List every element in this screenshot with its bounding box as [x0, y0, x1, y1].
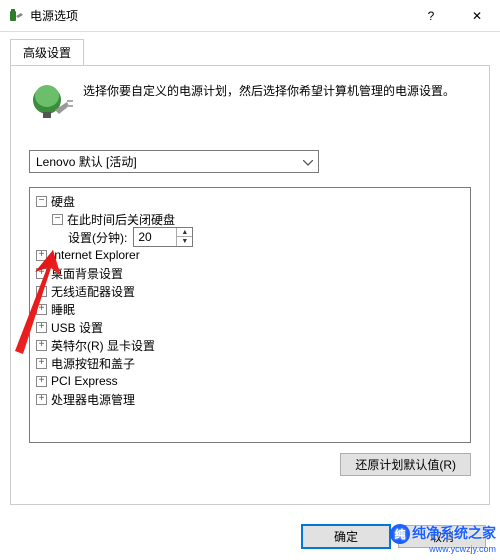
ok-button[interactable]: 确定: [302, 525, 390, 548]
expand-icon[interactable]: +: [36, 394, 47, 405]
titlebar: 电源选项 ? ✕: [0, 0, 500, 32]
tree-item-intel-gpu[interactable]: + 英特尔(R) 显卡设置: [34, 336, 466, 354]
expand-icon[interactable]: +: [36, 358, 47, 369]
expand-icon[interactable]: +: [36, 340, 47, 351]
plan-select-value: Lenovo 默认 [活动]: [36, 153, 137, 170]
tree-item-ie[interactable]: + Internet Explorer: [34, 246, 466, 264]
tree-label: PCI Express: [51, 374, 118, 388]
expand-icon[interactable]: +: [36, 304, 47, 315]
tree-item-hard-disk-off[interactable]: − 在此时间后关闭硬盘: [34, 210, 466, 228]
expand-icon[interactable]: +: [36, 322, 47, 333]
minutes-input[interactable]: [134, 228, 176, 246]
power-plug-icon: [29, 82, 73, 126]
cancel-button[interactable]: 取消: [398, 525, 486, 548]
tree-item-pci[interactable]: + PCI Express: [34, 372, 466, 390]
help-button[interactable]: ?: [408, 0, 454, 32]
app-icon: [8, 8, 24, 24]
description-row: 选择你要自定义的电源计划，然后选择你希望计算机管理的电源设置。: [29, 82, 471, 126]
tree-label: 电源按钮和盖子: [51, 355, 135, 372]
tree-item-usb[interactable]: + USB 设置: [34, 318, 466, 336]
tree-item-setting-minutes: 设置(分钟): ▲ ▼: [34, 228, 466, 246]
tree-label: Internet Explorer: [51, 248, 140, 262]
expand-icon[interactable]: +: [36, 268, 47, 279]
tree-item-desktop-bg[interactable]: + 桌面背景设置: [34, 264, 466, 282]
dialog-buttons: 确定 取消: [0, 515, 500, 558]
spin-down-icon[interactable]: ▼: [177, 237, 192, 246]
tree-label: 桌面背景设置: [51, 265, 123, 282]
settings-tree[interactable]: − 硬盘 − 在此时间后关闭硬盘 设置(分钟): ▲ ▼ + Internet E…: [29, 187, 471, 443]
expand-icon[interactable]: +: [36, 250, 47, 261]
restore-row: 还原计划默认值(R): [29, 453, 471, 476]
tree-label: 睡眠: [51, 301, 75, 318]
description-text: 选择你要自定义的电源计划，然后选择你希望计算机管理的电源设置。: [83, 82, 455, 126]
close-button[interactable]: ✕: [454, 0, 500, 32]
window-title: 电源选项: [30, 7, 408, 24]
collapse-icon[interactable]: −: [52, 214, 63, 225]
tab-advanced[interactable]: 高级设置: [10, 39, 84, 66]
expand-icon[interactable]: +: [36, 286, 47, 297]
chevron-down-icon: [303, 155, 313, 169]
tree-item-cpu-power[interactable]: + 处理器电源管理: [34, 390, 466, 408]
restore-defaults-button[interactable]: 还原计划默认值(R): [340, 453, 471, 476]
tree-label: 英特尔(R) 显卡设置: [51, 337, 155, 354]
tree-label: 硬盘: [51, 193, 75, 210]
tree-label: 无线适配器设置: [51, 283, 135, 300]
minutes-spinbox[interactable]: ▲ ▼: [133, 227, 193, 247]
expand-icon[interactable]: +: [36, 376, 47, 387]
close-icon: ✕: [472, 9, 482, 23]
collapse-icon[interactable]: −: [36, 196, 47, 207]
setting-label: 设置(分钟):: [68, 229, 127, 246]
tree-item-wireless[interactable]: + 无线适配器设置: [34, 282, 466, 300]
tree-item-power-button[interactable]: + 电源按钮和盖子: [34, 354, 466, 372]
tree-label: 在此时间后关闭硬盘: [67, 211, 175, 228]
spin-up-icon[interactable]: ▲: [177, 228, 192, 237]
tab-row: 高级设置: [0, 32, 500, 65]
tab-content: 选择你要自定义的电源计划，然后选择你希望计算机管理的电源设置。 Lenovo 默…: [10, 65, 490, 505]
tree-item-sleep[interactable]: + 睡眠: [34, 300, 466, 318]
plan-select[interactable]: Lenovo 默认 [活动]: [29, 150, 319, 173]
tree-label: 处理器电源管理: [51, 391, 135, 408]
help-icon: ?: [428, 9, 435, 23]
tree-label: USB 设置: [51, 319, 103, 336]
tree-item-hard-disk[interactable]: − 硬盘: [34, 192, 466, 210]
